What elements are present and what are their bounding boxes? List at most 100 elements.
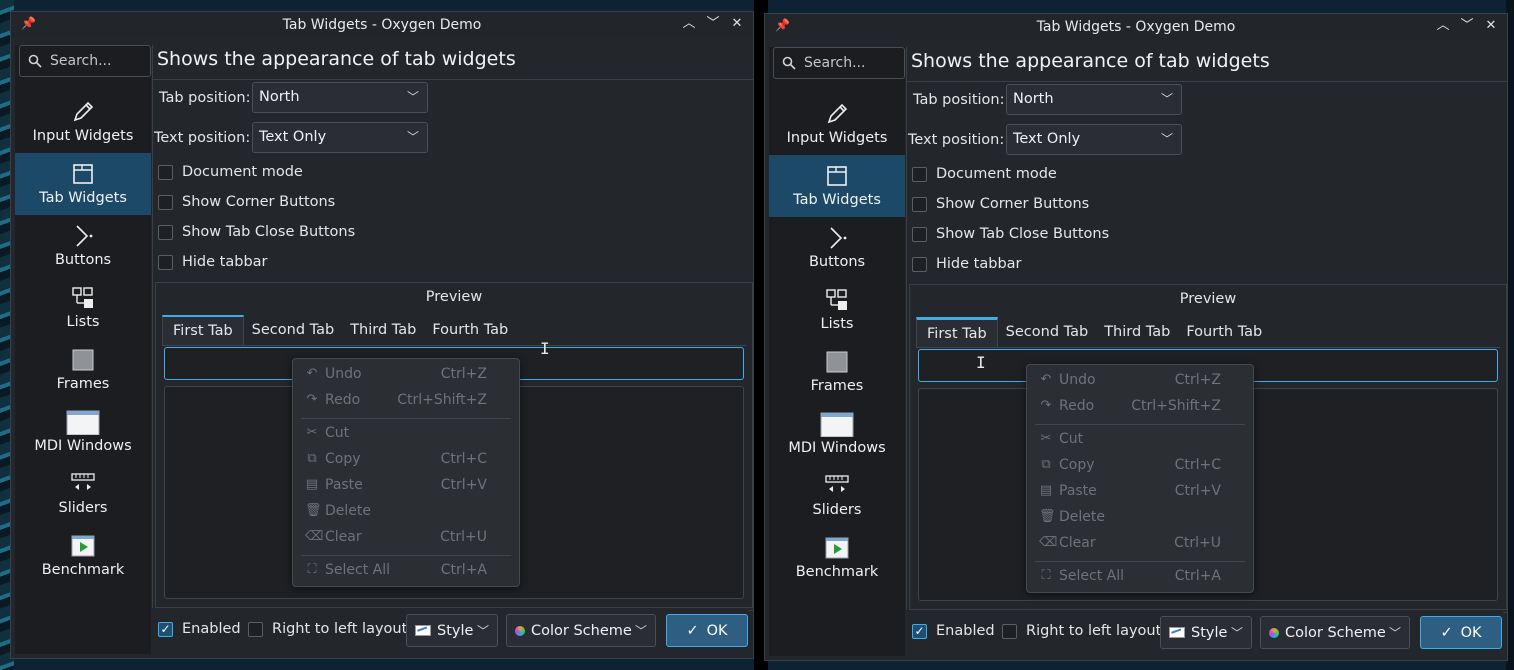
checkbox-box[interactable] [158, 224, 173, 240]
checkbox-box[interactable] [912, 166, 927, 182]
sidebar-item-tab-widgets[interactable]: Tab Widgets [769, 155, 905, 217]
sidebar-item-sliders[interactable]: Sliders [15, 463, 151, 525]
sidebar-item-label: Buttons [808, 254, 866, 270]
ok-button[interactable]: ✓ OK [666, 614, 748, 647]
menu-item-copy[interactable]: ⧉ Copy Ctrl+C [293, 447, 519, 473]
menu-item-select-all[interactable]: ⛶ Select All Ctrl+A [1027, 564, 1253, 590]
checkbox-box[interactable] [912, 226, 927, 242]
oxygen-demo-window-right: 📌 Tab Widgets - Oxygen Demo ︿ ﹀ ✕ Search… [764, 13, 1508, 661]
sidebar-item-tab-widgets[interactable]: Tab Widgets [15, 153, 151, 215]
sidebar-item-lists[interactable]: Lists [15, 277, 151, 339]
show-corner-buttons-checkbox[interactable]: Show Corner Buttons [158, 194, 335, 210]
sidebar-item-sliders[interactable]: Sliders [769, 465, 905, 527]
tab-second[interactable]: Second Tab [244, 315, 343, 346]
document-mode-checkbox[interactable]: Document mode [158, 164, 303, 180]
sidebar-item-frames[interactable]: Frames [769, 341, 905, 403]
maximize-button[interactable]: ﹀ [1457, 16, 1477, 36]
hide-tabbar-checkbox[interactable]: Hide tabbar [912, 256, 1022, 272]
sidebar-item-label: Frames [56, 376, 110, 392]
checkbox-box[interactable] [248, 621, 263, 637]
checkbox-box[interactable] [1002, 623, 1017, 639]
search-input[interactable]: Search... [19, 45, 151, 77]
checkbox-box[interactable]: ✓ [158, 621, 173, 637]
checkbox-box[interactable] [158, 254, 173, 270]
enabled-checkbox[interactable]: ✓ Enabled [912, 623, 995, 639]
enabled-checkbox[interactable]: ✓ Enabled [158, 621, 241, 637]
sidebar-item-input-widgets[interactable]: Input Widgets [15, 91, 151, 153]
menu-item-copy[interactable]: ⧉ Copy Ctrl+C [1027, 453, 1253, 479]
color-scheme-button[interactable]: Color Scheme ﹀ [1260, 616, 1410, 649]
sidebar-item-benchmark[interactable]: Benchmark [769, 527, 905, 589]
menu-item-undo[interactable]: ↶ Undo Ctrl+Z [1027, 368, 1253, 394]
maximize-button[interactable]: ﹀ [703, 14, 723, 34]
tab-position-combo[interactable]: North ﹀ [1006, 84, 1182, 115]
checkbox-box[interactable] [158, 194, 173, 210]
checkbox-box[interactable] [912, 256, 927, 272]
tab-fourth[interactable]: Fourth Tab [424, 315, 516, 346]
tab-second[interactable]: Second Tab [998, 317, 1097, 348]
menu-item-cut[interactable]: ✂ Cut [1027, 427, 1253, 453]
sidebar-item-buttons[interactable]: Buttons [15, 215, 151, 277]
sidebar-item-frames[interactable]: Frames [15, 339, 151, 401]
title-bar[interactable]: 📌 Tab Widgets - Oxygen Demo ︿ ﹀ ✕ [765, 14, 1507, 40]
minimize-button[interactable]: ︿ [679, 14, 699, 34]
ok-button[interactable]: ✓ OK [1420, 616, 1502, 649]
menu-item-redo[interactable]: ↷ Redo Ctrl+Shift+Z [293, 388, 519, 414]
tab-first[interactable]: First Tab [162, 315, 244, 346]
pin-icon[interactable]: 📌 [775, 18, 790, 32]
text-cursor-icon: I [976, 353, 986, 372]
tab-position-combo[interactable]: North ﹀ [252, 82, 428, 113]
sidebar-item-input-widgets[interactable]: Input Widgets [769, 93, 905, 155]
tab-first[interactable]: First Tab [916, 317, 998, 348]
menu-item-label: Copy [325, 451, 361, 467]
checkbox-box[interactable] [158, 164, 173, 180]
menu-item-paste[interactable]: ▤ Paste Ctrl+V [1027, 479, 1253, 505]
color-scheme-button[interactable]: Color Scheme ﹀ [506, 614, 656, 647]
style-button[interactable]: Style ﹀ [406, 614, 498, 647]
window-icon [66, 410, 100, 435]
redo-icon: ↷ [306, 392, 318, 407]
sidebar-item-mdi-windows[interactable]: MDI Windows [15, 401, 151, 463]
menu-item-label: Redo [325, 392, 361, 408]
style-button[interactable]: Style ﹀ [1160, 616, 1252, 649]
hide-tabbar-checkbox[interactable]: Hide tabbar [158, 254, 268, 270]
close-button[interactable]: ✕ [1481, 16, 1501, 36]
menu-item-clear[interactable]: ⌫ Clear Ctrl+U [1027, 531, 1253, 557]
menu-item-paste[interactable]: ▤ Paste Ctrl+V [293, 473, 519, 499]
menu-item-redo[interactable]: ↷ Redo Ctrl+Shift+Z [1027, 394, 1253, 420]
sidebar-item-mdi-windows[interactable]: MDI Windows [769, 403, 905, 465]
rtl-layout-checkbox[interactable]: Right to left layout [1002, 623, 1161, 639]
menu-item-undo[interactable]: ↶ Undo Ctrl+Z [293, 362, 519, 388]
pencil-icon [827, 103, 848, 124]
minimize-button[interactable]: ︿ [1433, 16, 1453, 36]
tab-fourth[interactable]: Fourth Tab [1178, 317, 1270, 348]
tab-third[interactable]: Third Tab [1096, 317, 1178, 348]
show-tab-close-buttons-checkbox[interactable]: Show Tab Close Buttons [158, 224, 355, 240]
menu-item-clear[interactable]: ⌫ Clear Ctrl+U [293, 525, 519, 551]
menu-item-label: Clear [325, 529, 362, 545]
menu-item-delete[interactable]: 🗑 Delete [293, 499, 519, 525]
tab-third[interactable]: Third Tab [342, 315, 424, 346]
menu-item-delete[interactable]: 🗑 Delete [1027, 505, 1253, 531]
tab-position-value: North [1013, 91, 1054, 107]
sidebar-item-lists[interactable]: Lists [769, 279, 905, 341]
text-position-combo[interactable]: Text Only ﹀ [252, 122, 428, 153]
chevron-down-icon: ﹀ [634, 624, 647, 638]
menu-item-shortcut: Ctrl+Shift+Z [1131, 398, 1221, 414]
checkbox-box[interactable]: ✓ [912, 623, 927, 639]
sidebar-item-benchmark[interactable]: Benchmark [15, 525, 151, 587]
show-tab-close-buttons-checkbox[interactable]: Show Tab Close Buttons [912, 226, 1109, 242]
pin-icon[interactable]: 📌 [21, 16, 36, 30]
rtl-layout-checkbox[interactable]: Right to left layout [248, 621, 407, 637]
sidebar-item-buttons[interactable]: Buttons [769, 217, 905, 279]
menu-item-select-all[interactable]: ⛶ Select All Ctrl+A [293, 558, 519, 584]
title-bar[interactable]: 📌 Tab Widgets - Oxygen Demo ︿ ﹀ ✕ [11, 12, 753, 38]
document-mode-checkbox[interactable]: Document mode [912, 166, 1057, 182]
sidebar-item-label: Frames [810, 378, 864, 394]
show-corner-buttons-checkbox[interactable]: Show Corner Buttons [912, 196, 1089, 212]
close-button[interactable]: ✕ [727, 14, 747, 34]
menu-item-cut[interactable]: ✂ Cut [293, 421, 519, 447]
text-position-combo[interactable]: Text Only ﹀ [1006, 124, 1182, 155]
checkbox-box[interactable] [912, 196, 927, 212]
search-input[interactable]: Search... [773, 47, 905, 79]
